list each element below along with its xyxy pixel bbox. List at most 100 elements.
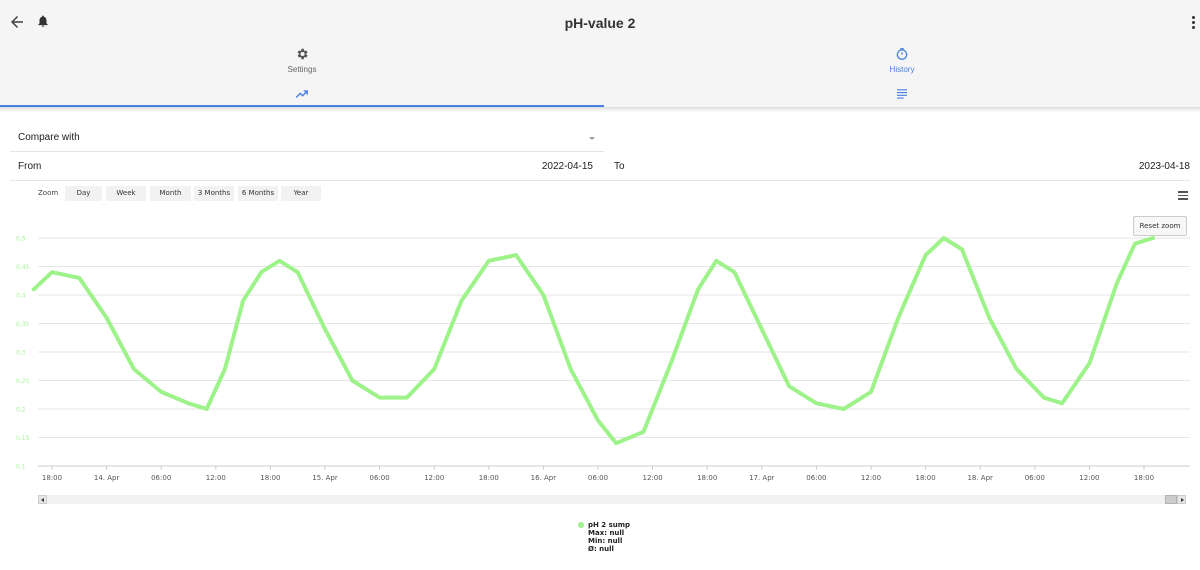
to-date-field[interactable]: To 2023-04-18 xyxy=(604,153,1190,181)
x-tick-label: 06:00 xyxy=(151,474,171,482)
series-point xyxy=(1060,401,1064,405)
y-tick-label: 0,4 xyxy=(16,293,26,300)
series-point xyxy=(541,293,546,297)
tab-settings[interactable]: Settings xyxy=(0,44,604,107)
tab-history-label: History xyxy=(889,65,915,74)
series-point xyxy=(50,270,54,274)
series-point xyxy=(960,247,964,251)
series-point xyxy=(350,378,354,383)
more-menu-icon[interactable] xyxy=(1192,16,1196,30)
list-icon xyxy=(897,89,907,99)
series-point xyxy=(1151,236,1155,240)
series-point xyxy=(1115,282,1119,286)
series-point xyxy=(459,299,464,303)
zoom-month-button[interactable]: Month xyxy=(150,186,191,201)
to-label: To xyxy=(614,161,625,172)
x-tick-label: 18:00 xyxy=(697,474,717,482)
x-tick-label: 18:00 xyxy=(479,474,499,482)
x-tick-label: 12:00 xyxy=(861,474,881,482)
x-tick-label: 12:00 xyxy=(424,474,444,482)
series-point xyxy=(259,270,263,274)
compare-with-select[interactable]: Compare with xyxy=(10,125,604,152)
series-point xyxy=(924,253,928,257)
zoom-week-button[interactable]: Week xyxy=(106,186,146,201)
from-date-field[interactable]: From 2022-04-15 xyxy=(10,153,604,181)
series-point xyxy=(569,367,573,371)
zoom-label: Zoom xyxy=(38,189,59,197)
x-tick-label: 18:00 xyxy=(916,474,936,482)
reset-zoom-button[interactable]: Reset zoom xyxy=(1133,216,1187,236)
series-point xyxy=(942,236,946,240)
chart-menu-icon[interactable] xyxy=(1178,191,1188,200)
series-point xyxy=(132,367,136,371)
series-point xyxy=(869,390,873,394)
legend-avg: Ø: null xyxy=(588,545,614,553)
from-date-value[interactable]: 2022-04-15 xyxy=(542,161,593,172)
x-tick-label: 06:00 xyxy=(370,474,390,482)
scroll-left-arrow-icon[interactable] xyxy=(38,495,47,504)
x-tick-label: 12:00 xyxy=(206,474,226,482)
series-point xyxy=(1042,396,1046,400)
active-tab-indicator xyxy=(0,105,604,107)
series-point xyxy=(186,401,191,405)
zoom-6-months-button[interactable]: 6 Months xyxy=(238,186,278,201)
chart-legend[interactable]: pH 2 sump Max: null Min: null Ø: null xyxy=(578,521,630,553)
series-point xyxy=(1133,242,1137,246)
series-point xyxy=(787,384,791,388)
legend-series-name: pH 2 sump xyxy=(588,521,631,529)
x-tick-label: 18:00 xyxy=(260,474,280,482)
series-point xyxy=(896,316,900,320)
x-tick-label: 06:00 xyxy=(806,474,826,482)
series-point xyxy=(987,316,991,320)
x-tick-label: 12:00 xyxy=(1079,474,1099,482)
gear-icon xyxy=(297,48,308,60)
series-point xyxy=(814,401,819,405)
series-point xyxy=(223,367,227,371)
series-point xyxy=(296,270,300,274)
series-point xyxy=(323,327,327,331)
scroll-right-arrow-icon[interactable] xyxy=(1177,495,1186,504)
trending-up-icon xyxy=(295,90,308,98)
series-point xyxy=(487,259,491,263)
series-point xyxy=(432,367,436,371)
zoom-year-button[interactable]: Year xyxy=(281,186,321,201)
x-tick-label: 06:00 xyxy=(588,474,608,482)
history-chart[interactable]: 0,5 0,45 0,4 0,35 0,3 0,25 0,2 0,15 0,1 18:00 14. … xyxy=(0,228,1200,490)
series-point xyxy=(596,418,600,422)
timer-icon xyxy=(896,48,908,60)
y-tick-label: 0,5 xyxy=(16,236,26,243)
y-tick-label: 0,35 xyxy=(16,321,30,328)
series-point xyxy=(378,396,382,400)
x-tick-label: 14. Apr xyxy=(94,474,120,482)
legend-max: Max: null xyxy=(588,529,625,537)
x-tick-label: 06:00 xyxy=(1025,474,1045,482)
chart-navigator-scrollbar[interactable] xyxy=(38,495,1186,504)
scrollbar-thumb[interactable] xyxy=(1165,495,1177,504)
y-tick-label: 0,3 xyxy=(16,350,26,357)
tab-settings-label: Settings xyxy=(287,65,317,74)
series-point xyxy=(241,299,245,303)
x-tick-label: 17. Apr xyxy=(749,474,775,482)
series-point xyxy=(614,441,618,445)
to-date-value[interactable]: 2023-04-18 xyxy=(1139,161,1190,172)
series-point xyxy=(842,407,846,411)
y-tick-label: 0,15 xyxy=(16,435,30,442)
x-tick-label: 18:00 xyxy=(1134,474,1154,482)
series-point xyxy=(732,270,737,274)
series-point xyxy=(669,361,673,365)
series-point xyxy=(32,287,36,291)
series-point xyxy=(696,287,700,291)
compare-with-label: Compare with xyxy=(18,132,80,143)
x-tick-label: 18. Apr xyxy=(967,474,993,482)
series-point xyxy=(714,259,718,263)
app-header: pH-value 2 Settings History xyxy=(0,0,1200,113)
zoom-day-button[interactable]: Day xyxy=(65,186,102,201)
zoom-3-months-button[interactable]: 3 Months xyxy=(194,186,234,201)
series-point xyxy=(760,327,764,331)
series-point xyxy=(514,253,518,257)
dropdown-caret-icon xyxy=(589,137,595,140)
series-point xyxy=(205,407,209,411)
x-tick-label: 16. Apr xyxy=(531,474,557,482)
tab-history[interactable]: History xyxy=(604,44,1200,107)
series-point xyxy=(277,259,282,263)
